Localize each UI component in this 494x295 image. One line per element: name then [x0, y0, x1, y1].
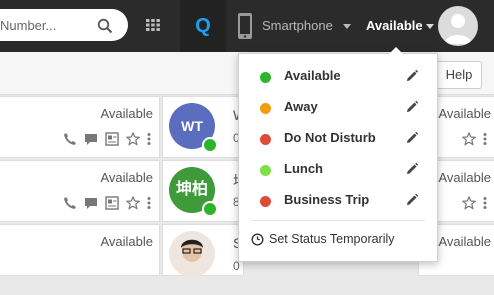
- clock-icon: [251, 233, 264, 246]
- status-option-label: Away: [284, 99, 318, 114]
- pencil-icon[interactable]: [405, 69, 419, 83]
- more-icon[interactable]: [147, 196, 151, 210]
- phone-icon[interactable]: [63, 132, 77, 146]
- chevron-down-icon[interactable]: [343, 24, 351, 29]
- chat-icon[interactable]: [84, 196, 98, 210]
- more-icon[interactable]: [147, 132, 151, 146]
- presence-indicator: [202, 201, 218, 217]
- contact-status: Available: [438, 106, 491, 121]
- status-dropdown-menu: Available Away Do Not Disturb Lunch Busi…: [238, 47, 438, 262]
- chat-icon[interactable]: [84, 132, 98, 146]
- set-status-temporarily-option[interactable]: Set Status Temporarily: [239, 229, 437, 253]
- contact-card-icon[interactable]: [105, 132, 119, 146]
- search-icon[interactable]: [97, 18, 113, 34]
- contact-status: Available: [438, 234, 491, 249]
- menu-divider: [251, 220, 425, 221]
- contact-status: Available: [100, 170, 153, 185]
- status-selector[interactable]: Available: [366, 18, 423, 33]
- help-button[interactable]: Help: [436, 61, 482, 89]
- star-icon[interactable]: [126, 132, 140, 146]
- q-button[interactable]: Q: [180, 0, 226, 52]
- more-icon[interactable]: [483, 196, 487, 210]
- phone-icon[interactable]: [63, 196, 77, 210]
- contact-card[interactable]: S 0: [162, 224, 244, 277]
- contact-card[interactable]: 坤柏 坤 8: [162, 160, 247, 222]
- pencil-icon[interactable]: [405, 100, 419, 114]
- status-option-lunch[interactable]: Lunch: [239, 151, 437, 182]
- contact-card[interactable]: Available: [0, 160, 160, 222]
- status-option-label: Business Trip: [284, 192, 370, 207]
- search-input[interactable]: [0, 9, 92, 41]
- status-dot: [260, 165, 271, 176]
- top-bar: Q Smartphone Available: [0, 0, 494, 52]
- star-icon[interactable]: [462, 196, 476, 210]
- person-photo-icon: [181, 239, 203, 262]
- status-option-do-not-disturb[interactable]: Do Not Disturb: [239, 120, 437, 151]
- chevron-down-icon[interactable]: [426, 24, 434, 29]
- status-dot: [260, 103, 271, 114]
- set-status-temporarily-label: Set Status Temporarily: [269, 232, 395, 246]
- pencil-icon[interactable]: [405, 193, 419, 207]
- status-option-away[interactable]: Away: [239, 89, 437, 120]
- status-option-available[interactable]: Available: [239, 58, 437, 89]
- pencil-icon[interactable]: [405, 131, 419, 145]
- user-avatar[interactable]: [438, 6, 478, 46]
- contact-card[interactable]: WT W 0: [162, 96, 246, 158]
- status-option-label: Available: [284, 68, 341, 83]
- dialpad-icon[interactable]: [145, 18, 161, 32]
- device-selector[interactable]: Smartphone: [262, 18, 333, 33]
- status-option-business-trip[interactable]: Business Trip: [239, 182, 437, 213]
- contact-status: Available: [438, 170, 491, 185]
- status-dot: [260, 72, 271, 83]
- status-option-label: Lunch: [284, 161, 323, 176]
- status-dot: [260, 134, 271, 145]
- contact-photo: [169, 231, 215, 277]
- status-dot: [260, 196, 271, 207]
- smartphone-icon[interactable]: [236, 12, 254, 40]
- pencil-icon[interactable]: [405, 162, 419, 176]
- person-icon: [444, 14, 472, 44]
- contact-card[interactable]: Available: [0, 96, 160, 158]
- search-box[interactable]: [0, 9, 128, 41]
- more-icon[interactable]: [483, 132, 487, 146]
- star-icon[interactable]: [462, 132, 476, 146]
- status-option-label: Do Not Disturb: [284, 130, 376, 145]
- contact-status: Available: [100, 106, 153, 121]
- contact-status: Available: [100, 234, 153, 249]
- contact-card[interactable]: Available: [0, 224, 160, 276]
- contact-card-icon[interactable]: [105, 196, 119, 210]
- star-icon[interactable]: [126, 196, 140, 210]
- presence-indicator: [202, 137, 218, 153]
